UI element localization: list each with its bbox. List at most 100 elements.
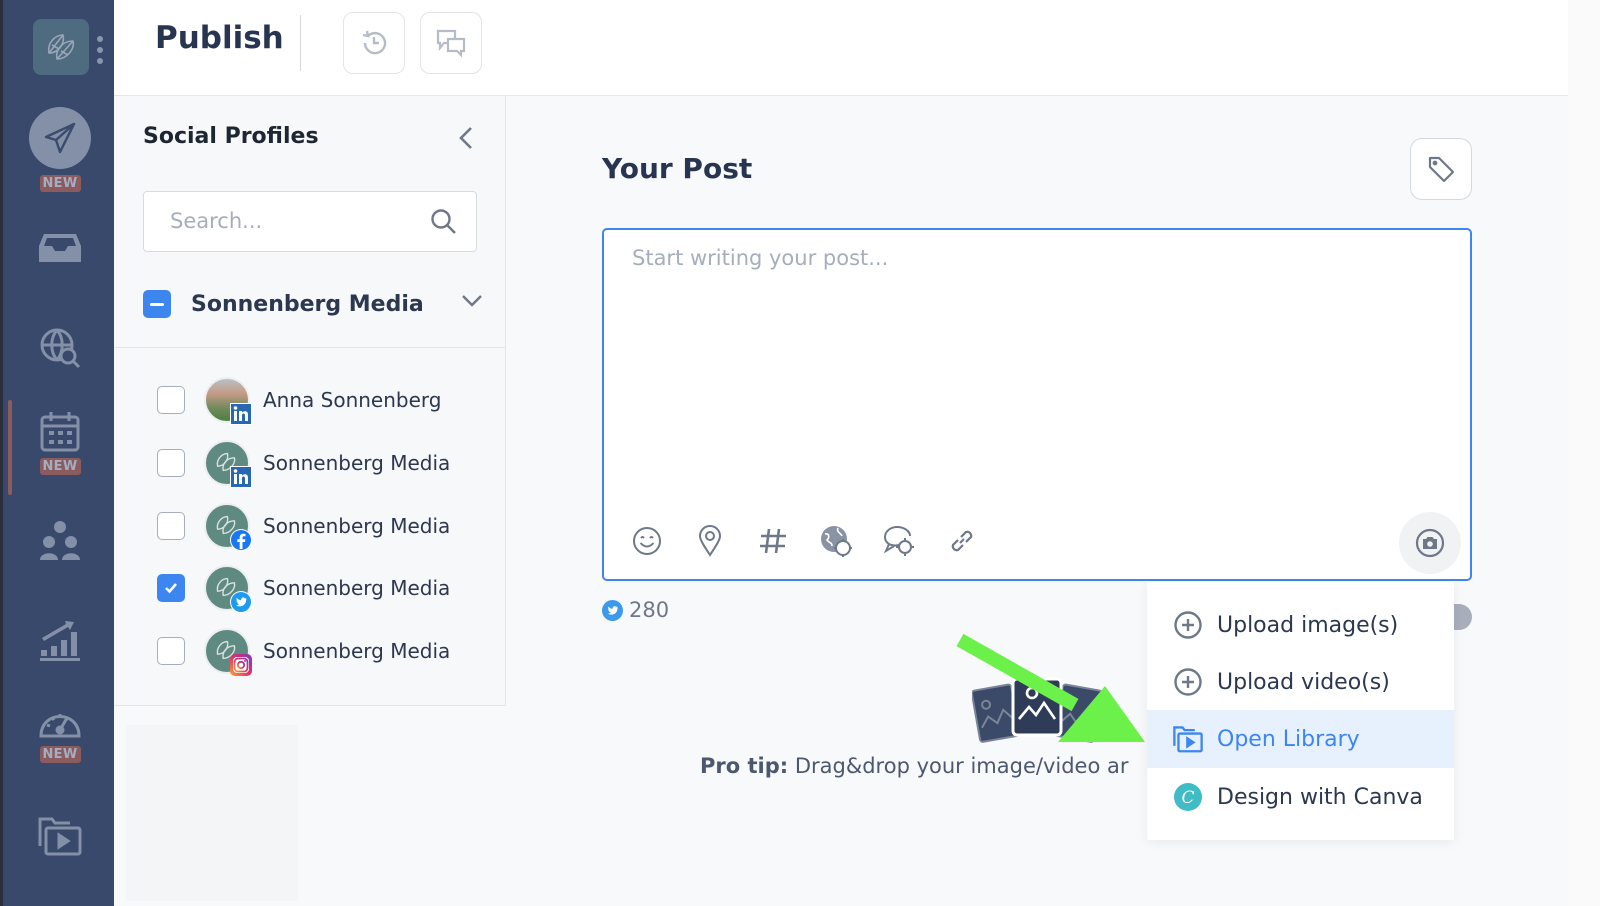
toggle-switch[interactable] [1454,604,1472,630]
hashtag-icon [760,528,786,554]
new-badge: NEW [39,458,81,475]
chevron-down-icon[interactable] [461,294,483,308]
avatar [204,503,252,551]
character-count: 280 [629,598,670,622]
media-folder-icon [38,817,82,856]
rail-item-community[interactable] [3,518,117,562]
rail-item-media-library[interactable] [3,816,117,856]
linkedin-icon [230,403,252,425]
globe-search-icon [40,328,81,369]
speedometer-icon [39,714,81,738]
globe-settings-button[interactable] [819,524,853,558]
menu-item-upload-images[interactable]: Upload image(s) [1147,596,1454,654]
canva-icon: C [1174,783,1202,811]
page-title: Publish [155,20,284,56]
location-button[interactable] [693,524,727,558]
paper-plane-icon [44,122,76,154]
avatar [204,628,252,676]
profile-row[interactable]: Sonnenberg Media [157,501,487,551]
profile-checkbox[interactable] [157,449,185,477]
social-profiles-title: Social Profiles [143,124,319,149]
profile-search-input[interactable] [170,206,410,236]
twitter-icon [602,599,623,621]
camera-icon [1415,528,1445,558]
plus-circle-icon [1174,611,1202,639]
chat-settings-button[interactable] [882,524,916,558]
tag-button[interactable] [1410,138,1472,200]
group-checkbox-indeterminate[interactable] [143,290,171,318]
profile-name: Sonnenberg Media [263,576,451,600]
menu-item-label: Open Library [1217,726,1360,752]
collapse-panel-button[interactable] [454,124,478,152]
avatar [204,440,252,488]
linkedin-icon [230,466,252,488]
history-icon [362,30,387,55]
profile-search-box [143,191,477,252]
location-pin-icon [698,525,722,557]
media-menu: Upload image(s) Upload video(s) Open Lib… [1147,582,1454,840]
profile-name: Sonnenberg Media [263,451,451,475]
chat-bubbles-icon [436,29,466,58]
page-edge [1568,0,1600,906]
group-name: Sonnenberg Media [191,291,424,317]
add-media-button[interactable] [1399,512,1461,574]
menu-item-label: Upload video(s) [1217,669,1390,695]
users-group-icon [40,521,80,560]
left-rail: NEW NEW NEW [0,0,114,906]
rail-item-calendar[interactable]: NEW [3,410,117,475]
menu-item-design-with-canva[interactable]: C Design with Canva [1147,768,1454,826]
new-badge: NEW [39,746,81,763]
header-divider [300,15,301,71]
page-header: Publish [114,0,1600,96]
profile-checkbox[interactable] [157,637,185,665]
profile-checkbox[interactable] [157,512,185,540]
rail-item-analytics[interactable] [3,618,117,662]
comments-button[interactable] [420,12,482,74]
profile-name: Sonnenberg Media [263,514,451,538]
search-icon[interactable] [430,208,458,236]
profile-checkbox-checked[interactable] [157,574,185,602]
rail-item-inbox[interactable] [3,232,117,264]
your-post-title: Your Post [602,152,753,185]
emoji-button[interactable] [630,524,664,558]
profile-group-row[interactable]: Sonnenberg Media [143,284,483,324]
rail-item-publish[interactable]: NEW [3,107,117,192]
annotation-arrow-icon [956,633,1145,742]
link-button[interactable] [945,524,979,558]
avatar [204,565,252,613]
profile-row[interactable]: Sonnenberg Media [157,438,487,488]
instagram-icon [230,654,252,676]
media-folder-icon [1173,726,1203,753]
rail-item-dashboard[interactable]: NEW [3,706,117,763]
growth-chart-icon [40,621,80,661]
profile-row[interactable]: Sonnenberg Media [157,626,487,676]
history-button[interactable] [343,12,405,74]
svg-text:C: C [1181,788,1194,808]
tag-icon [1428,156,1455,183]
hashtag-button[interactable] [756,524,790,558]
profile-checkbox[interactable] [157,386,185,414]
post-text-input[interactable] [632,246,1432,486]
leaf-globe-logo-icon [47,34,75,60]
menu-item-open-library[interactable]: Open Library [1147,710,1454,768]
new-badge: NEW [39,175,81,192]
rail-item-listening[interactable] [3,326,117,370]
panel-background-area [126,725,298,901]
menu-item-upload-videos[interactable]: Upload video(s) [1147,653,1454,711]
calendar-icon [40,412,80,452]
twitter-icon [230,591,252,613]
rail-more-menu[interactable] [97,36,103,64]
link-icon [951,530,973,552]
emoji-icon [633,527,661,555]
profile-name: Sonnenberg Media [263,639,451,663]
facebook-icon [230,529,252,551]
pro-tip: Pro tip: Drag&drop your image/video ar [700,754,1129,778]
plus-circle-icon [1174,668,1202,696]
app-logo[interactable] [33,19,89,75]
divider [114,347,506,348]
character-counter: 280 [602,598,669,622]
profile-row[interactable]: Sonnenberg Media [157,563,487,613]
social-profiles-panel: Social Profiles Sonnenberg Media Anna So… [114,96,506,706]
profile-row[interactable]: Anna Sonnenberg [157,375,487,425]
pro-tip-text: Drag&drop your image/video ar [794,754,1129,778]
